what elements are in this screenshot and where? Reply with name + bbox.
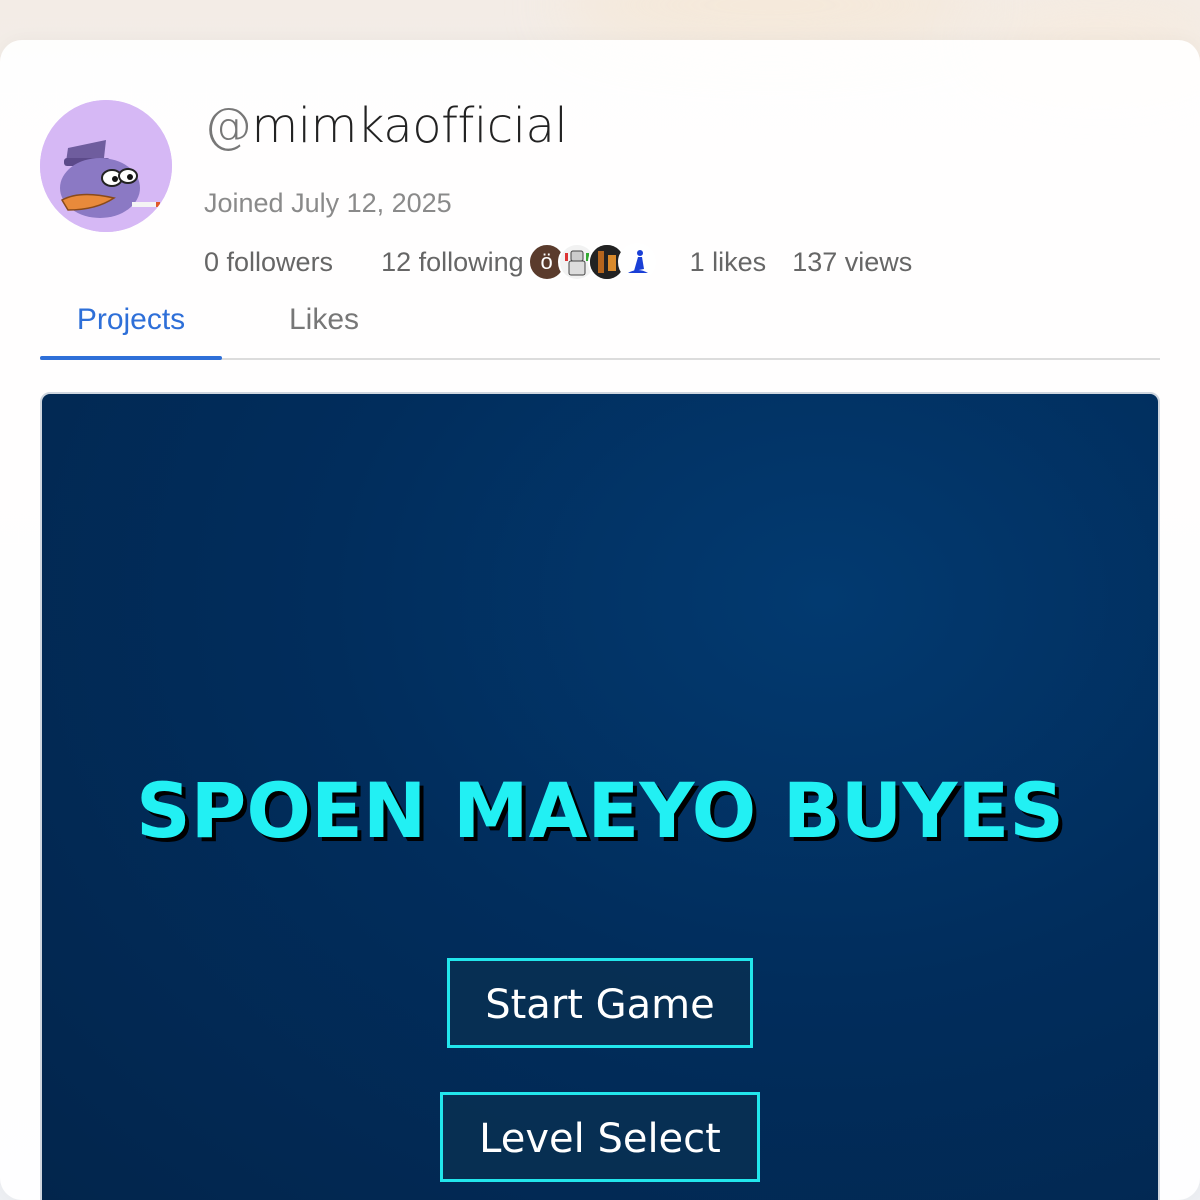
start-game-button[interactable]: Start Game — [447, 958, 753, 1048]
blue-figure-avatar-icon[interactable] — [617, 243, 656, 281]
tab-projects[interactable]: Projects — [40, 298, 222, 360]
followers-count[interactable]: 0 followers — [204, 247, 333, 278]
following-avatars: ö — [527, 243, 656, 281]
profile-username: @mimkaofficial — [204, 98, 568, 154]
tab-likes[interactable]: Likes — [264, 298, 384, 358]
profile-card: @mimkaofficial Joined July 12, 2025 0 fo… — [0, 40, 1200, 1200]
username-text: mimkaofficial — [251, 98, 568, 154]
joined-date: Joined July 12, 2025 — [204, 188, 452, 218]
project-preview[interactable]: SPOEN MAEYO BUYES Start Game Level Selec… — [40, 392, 1160, 1200]
game-title: SPOEN MAEYO BUYES — [135, 766, 1065, 855]
username-at-sign: @ — [204, 98, 252, 154]
views-count: 137 views — [792, 246, 913, 277]
letter-avatar-text: ö — [540, 249, 553, 274]
likes-count: 1 likes — [689, 246, 767, 277]
cartoon-bird-avatar-icon — [40, 100, 172, 232]
profile-stats: 0 followers 12 following ö 1 likes 137 v… — [204, 240, 912, 284]
following-count[interactable]: 12 following — [381, 247, 524, 278]
profile-avatar[interactable] — [40, 100, 172, 232]
following-group[interactable]: 12 following ö — [381, 243, 656, 281]
profile-tabs: Projects Likes — [40, 298, 1160, 360]
level-select-button[interactable]: Level Select — [440, 1092, 760, 1182]
